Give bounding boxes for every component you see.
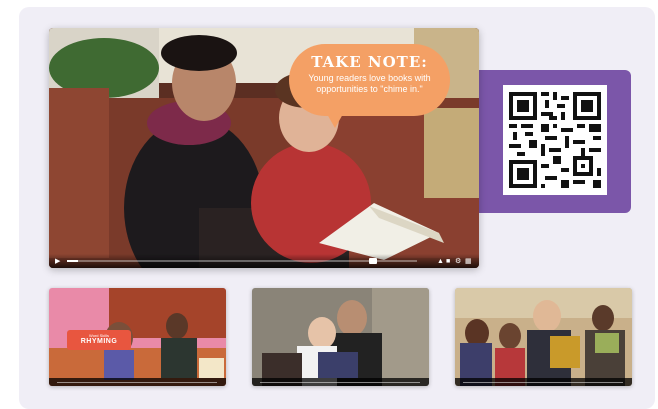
progress-fill — [67, 260, 78, 262]
word-tag-big: RHYMING — [80, 338, 118, 345]
thumb-group-reading[interactable] — [455, 288, 632, 386]
video-controls: ▶ ▲ ■ ⚙ ▦ — [49, 254, 479, 268]
play-icon[interactable]: ▶ — [55, 258, 60, 265]
thumb-controls — [252, 378, 429, 386]
progress-bar[interactable] — [67, 260, 417, 262]
thumb-word-rhyming[interactable]: Word Skills RHYMING — [49, 288, 226, 386]
qr-code-graphic — [509, 92, 601, 188]
settings-icon[interactable]: ⚙ — [455, 258, 461, 265]
thumb-progress — [260, 382, 420, 383]
thumb-progress — [463, 382, 623, 383]
callout-title: TAKE NOTE: — [311, 53, 428, 71]
thumb-progress — [57, 382, 217, 383]
take-note-callout: TAKE NOTE: Young readers love books with… — [289, 44, 450, 128]
thumb-scene — [455, 288, 632, 386]
qr-code-icon[interactable] — [503, 85, 607, 195]
captions-icon[interactable]: ■ — [446, 258, 450, 265]
thumb-controls — [455, 378, 632, 386]
hd-badge — [369, 258, 378, 264]
volume-icon[interactable]: ▲ — [437, 258, 444, 265]
thumb-mother-child-reading[interactable] — [252, 288, 429, 386]
word-skill-tag: Word Skills RHYMING — [67, 330, 131, 350]
callout-text: Young readers love books with opportunit… — [308, 73, 431, 94]
thumb-scene — [252, 288, 429, 386]
thumb-controls — [49, 378, 226, 386]
fullscreen-icon[interactable]: ▦ — [465, 258, 472, 265]
main-video-player[interactable]: TAKE NOTE: Young readers love books with… — [49, 28, 479, 268]
